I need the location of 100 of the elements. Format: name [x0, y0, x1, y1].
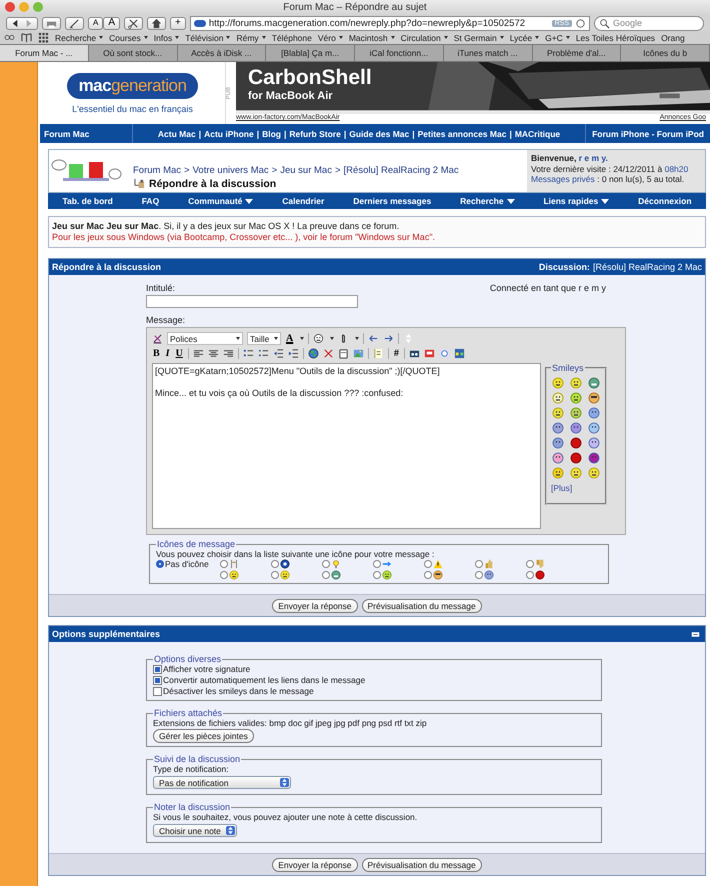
bookmark-item[interactable]: Rémy — [236, 32, 266, 42]
menu-item[interactable]: Communauté — [188, 196, 254, 206]
bookmark-item[interactable]: Véro — [318, 32, 343, 42]
globe-icon[interactable] — [308, 348, 319, 359]
bookmark-item[interactable]: Macintosh — [348, 32, 395, 42]
undo-icon[interactable] — [368, 333, 380, 344]
checkbox[interactable] — [153, 676, 162, 685]
code-button[interactable]: # — [392, 348, 400, 359]
submit-button[interactable]: Prévisualisation du message — [362, 598, 482, 612]
breadcrumb-link[interactable]: Jeu sur Mac — [280, 164, 332, 176]
indent-icon[interactable] — [288, 348, 299, 359]
radio-button[interactable] — [220, 560, 228, 568]
bookmark-item[interactable]: Lycée — [510, 32, 540, 42]
nav-link[interactable]: MACritique — [514, 128, 560, 138]
cross-icon[interactable] — [322, 348, 334, 359]
smiley-icon[interactable] — [570, 392, 582, 404]
breadcrumb-link[interactable]: [Résolu] RealRacing 2 Mac — [344, 164, 459, 176]
dropdown[interactable]: Pas de notification — [153, 776, 291, 789]
print-button[interactable] — [42, 16, 61, 30]
smiley-icon[interactable] — [570, 407, 582, 419]
smiley-icon[interactable] — [552, 377, 564, 389]
smiley-icon[interactable] — [570, 467, 582, 479]
size-select[interactable]: Taille — [247, 332, 281, 345]
italic-button[interactable]: I — [164, 348, 171, 359]
book-icon[interactable] — [21, 32, 32, 43]
edit-button[interactable] — [65, 16, 84, 30]
back-forward-button[interactable] — [6, 16, 38, 30]
breadcrumb-link[interactable]: Forum Mac — [133, 164, 182, 176]
smiley-icon[interactable] — [552, 467, 564, 479]
more-smileys-link[interactable]: [Plus] — [551, 483, 601, 493]
format-icon[interactable] — [152, 333, 163, 344]
radio-button[interactable] — [220, 571, 228, 579]
browser-tab[interactable]: Icônes du b — [621, 45, 710, 61]
nav-link[interactable]: Refurb Store — [289, 128, 341, 138]
bookmark-item[interactable]: Orang — [661, 32, 685, 42]
submit-button[interactable]: Envoyer la réponse — [272, 598, 358, 612]
media-icon[interactable] — [454, 348, 465, 359]
grid-icon[interactable] — [38, 32, 49, 43]
bookmark-item[interactable]: Circulation — [400, 32, 448, 42]
radio-button[interactable] — [373, 571, 381, 579]
smiley-icon[interactable] — [570, 452, 582, 464]
browser-tab[interactable]: [Blabla] Ça m... — [266, 45, 355, 61]
breadcrumb-link[interactable]: Votre univers Mac — [192, 164, 269, 176]
radio-button[interactable] — [156, 560, 164, 568]
checkbox[interactable] — [153, 665, 162, 674]
quote-icon[interactable] — [372, 348, 384, 359]
smaller-text-button[interactable]: A — [88, 16, 104, 30]
menu-item[interactable]: Derniers messages — [353, 196, 432, 206]
message-field[interactable]: [QUOTE=gKatarn;10502572]Menu "Outils de la discussion" ;)[/QUOTE] Mince... et tu vois ça où Outils de la discussion ??? :confused: — [152, 363, 541, 529]
search-field[interactable]: Google — [594, 16, 704, 30]
smiley-icon[interactable] — [313, 333, 324, 344]
align-right-icon[interactable] — [222, 348, 234, 359]
radio-button[interactable] — [271, 571, 279, 579]
menu-item[interactable]: Déconnexion — [638, 196, 692, 206]
radio-button[interactable] — [424, 571, 432, 579]
radio-button[interactable] — [475, 560, 483, 568]
radio-button[interactable] — [271, 560, 279, 568]
glasses-icon[interactable] — [4, 32, 15, 43]
smiley-icon[interactable] — [570, 437, 582, 449]
bookmark-item[interactable]: G+C — [545, 32, 570, 42]
radio-button[interactable] — [373, 560, 381, 568]
email-icon[interactable] — [338, 348, 349, 359]
align-center-icon[interactable] — [208, 348, 219, 359]
private-messages-link[interactable]: Messages privés — [531, 174, 595, 184]
submit-button[interactable]: Prévisualisation du message — [362, 858, 482, 872]
bookmark-item[interactable]: Infos — [154, 32, 180, 42]
numbered-list-icon[interactable] — [242, 348, 254, 359]
menu-item[interactable]: Liens rapides — [543, 196, 610, 206]
username-link[interactable]: r e m y. — [578, 153, 608, 163]
discussion-link[interactable]: [Résolu] RealRacing 2 Mac — [592, 262, 702, 272]
menu-item[interactable]: Recherche — [460, 196, 515, 206]
outdent-icon[interactable] — [272, 348, 284, 359]
menu-item[interactable]: Calendrier — [282, 196, 324, 206]
snippet-button[interactable] — [124, 16, 144, 30]
radio-button[interactable] — [526, 560, 534, 568]
nav-link[interactable]: Blog — [262, 128, 281, 138]
smiley-icon[interactable] — [552, 407, 564, 419]
bookmark-item[interactable]: Télévision — [185, 32, 230, 42]
home-button[interactable] — [147, 16, 166, 30]
nav-link[interactable]: Forum Mac — [40, 124, 133, 143]
site-logo[interactable]: macgeneration — [66, 72, 198, 98]
radio-button[interactable] — [424, 560, 432, 568]
dropdown[interactable]: Choisir une note — [153, 824, 237, 837]
manage-attachments-button[interactable]: Gérer les pièces jointes — [153, 729, 254, 743]
browser-tab[interactable]: Où sont stock... — [88, 45, 178, 61]
browser-tab[interactable]: iCal fonctionn... — [355, 45, 444, 61]
reload-icon[interactable] — [575, 18, 586, 28]
radio-button[interactable] — [322, 571, 330, 579]
bold-button[interactable]: B — [152, 348, 161, 359]
subject-field[interactable] — [146, 295, 358, 308]
bookmark-item[interactable]: Courses — [109, 32, 148, 42]
redo-icon[interactable] — [383, 333, 394, 344]
browser-tab[interactable]: Forum Mac - ... — [0, 45, 89, 61]
smiley-icon[interactable] — [570, 377, 582, 389]
browser-tab[interactable]: Problème d'al... — [532, 45, 622, 61]
nav-link[interactable]: Petites annonces Mac — [418, 128, 506, 138]
larger-text-button[interactable]: A — [103, 16, 120, 30]
browser-tab[interactable]: Accès à iDisk ... — [178, 45, 266, 61]
submit-button[interactable]: Envoyer la réponse — [272, 858, 358, 872]
checkbox[interactable] — [153, 687, 162, 696]
